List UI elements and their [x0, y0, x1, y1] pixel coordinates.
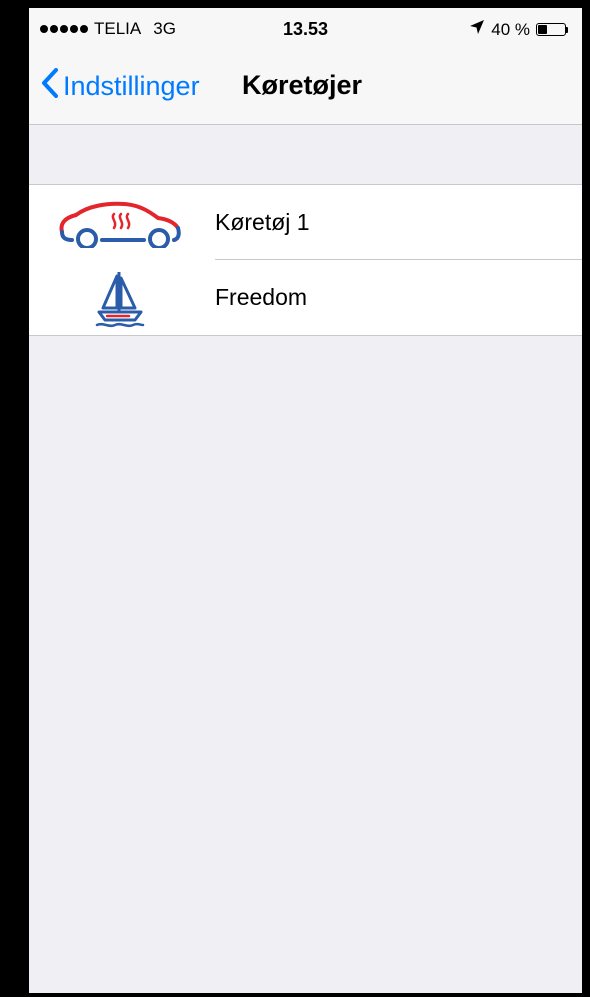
vehicle-name: Freedom — [215, 284, 308, 310]
page-title: Køretøjer — [242, 70, 363, 100]
battery-tip — [566, 26, 568, 33]
screen: TELIA 3G 13.53 40 % Indstillinger Køretø… — [29, 8, 582, 993]
frame-top — [0, 0, 590, 8]
back-button[interactable]: Indstillinger — [41, 68, 200, 105]
list-item-vehicle-1[interactable]: Køretøj 1 — [29, 185, 582, 260]
frame-left — [0, 0, 29, 997]
status-right: 40 % — [469, 19, 568, 40]
vehicle-name: Køretøj 1 — [215, 209, 310, 235]
frame-bottom — [0, 993, 590, 997]
frame-right — [582, 0, 590, 997]
battery-body — [536, 23, 566, 36]
back-button-label: Indstillinger — [63, 71, 200, 101]
chevron-left-icon — [41, 68, 59, 105]
car-heater-icon — [51, 185, 186, 260]
battery-fill — [538, 25, 548, 34]
sailboat-icon — [51, 260, 186, 335]
status-bar: TELIA 3G 13.53 40 % — [29, 8, 582, 50]
battery-icon — [536, 23, 568, 36]
phone-frame: TELIA 3G 13.53 40 % Indstillinger Køretø… — [0, 0, 590, 997]
top-bar: TELIA 3G 13.53 40 % Indstillinger Køretø… — [29, 8, 582, 125]
navigation-bar: Indstillinger Køretøjer — [29, 50, 582, 124]
battery-percent: 40 % — [491, 19, 530, 39]
list-item-vehicle-2[interactable]: Freedom — [29, 260, 582, 335]
location-arrow-icon — [469, 19, 485, 40]
vehicle-list: Køretøj 1 Freedom — [29, 184, 582, 336]
